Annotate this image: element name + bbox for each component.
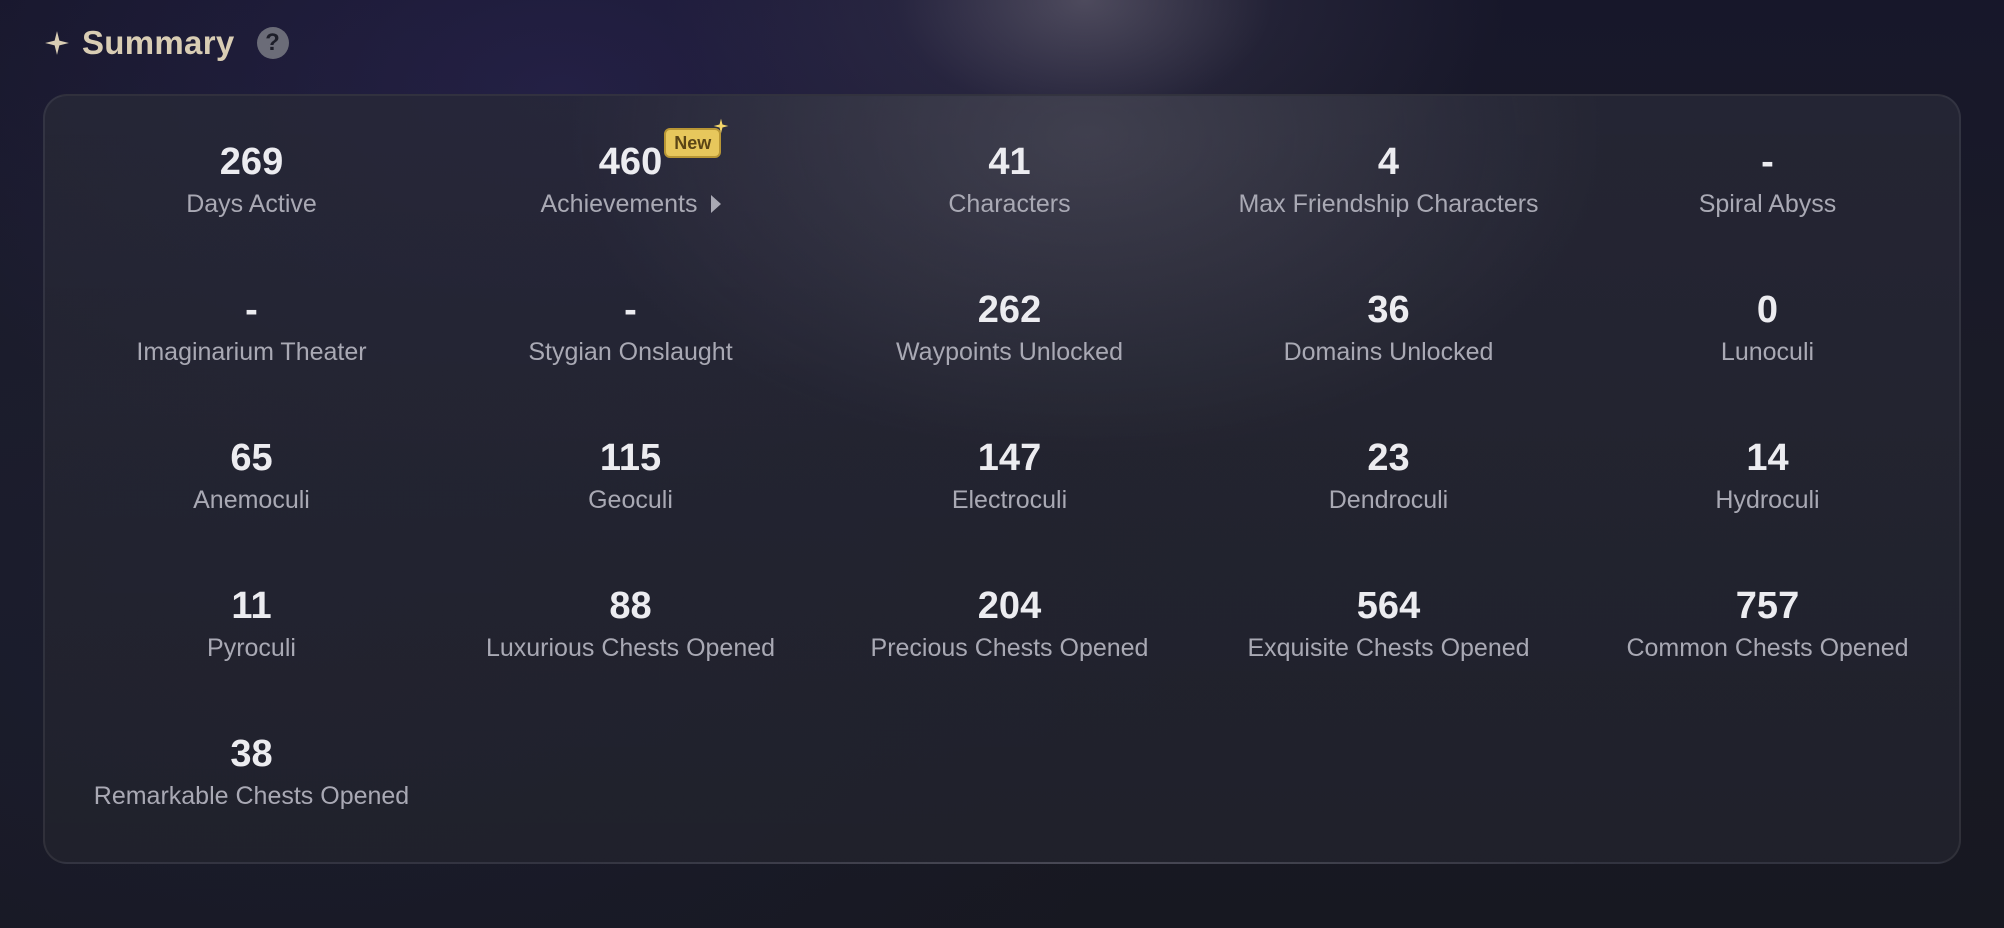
stat-value: 4: [1377, 141, 1400, 183]
stat-label: Luxurious Chests Opened: [485, 634, 776, 662]
stat-waypoints-unlocked: 262 Waypoints Unlocked: [820, 288, 1199, 436]
stat-label: Anemoculi: [193, 486, 310, 514]
stat-value: -: [624, 289, 637, 331]
section-title: Summary: [82, 24, 235, 61]
stat-label: Imaginarium Theater: [136, 338, 367, 366]
stat-pyroculi: 11 Pyroculi: [62, 584, 441, 732]
stat-value: 36: [1367, 289, 1410, 331]
stat-value: 115: [599, 437, 662, 479]
stat-label: Stygian Onslaught: [528, 338, 733, 366]
stat-value: 262: [977, 289, 1042, 331]
stat-label: Exquisite Chests Opened: [1247, 634, 1530, 662]
summary-panel: 269 Days Active 460 New Achievements 41 …: [43, 94, 1961, 864]
stat-common-chests: 757 Common Chests Opened: [1578, 584, 1957, 732]
stat-characters: 41 Characters: [820, 140, 1199, 288]
section-header: Summary ?: [44, 20, 289, 66]
stat-value: 564: [1356, 585, 1421, 627]
stat-stygian-onslaught: - Stygian Onslaught: [441, 288, 820, 436]
new-badge-label: New: [674, 133, 712, 153]
stat-label: Remarkable Chests Opened: [93, 782, 410, 810]
sparkle-icon: [45, 31, 69, 55]
stat-label: Achievements: [540, 190, 698, 218]
stat-hydroculi: 14 Hydroculi: [1578, 436, 1957, 584]
stat-electroculi: 147 Electroculi: [820, 436, 1199, 584]
stat-value: 269: [219, 141, 284, 183]
stat-value: 11: [231, 585, 272, 627]
stat-label: Max Friendship Characters: [1238, 190, 1539, 218]
stat-value: 757: [1735, 585, 1800, 627]
achievements-link[interactable]: Achievements: [540, 188, 721, 220]
stat-value-text: 460: [598, 141, 663, 183]
stat-value: 204: [977, 585, 1042, 627]
stat-days-active: 269 Days Active: [62, 140, 441, 288]
stat-value: 460 New: [598, 118, 729, 184]
stat-anemoculi: 65 Anemoculi: [62, 436, 441, 584]
stat-dendroculi: 23 Dendroculi: [1199, 436, 1578, 584]
stat-label: Precious Chests Opened: [870, 634, 1149, 662]
stat-value: 38: [230, 733, 273, 775]
stat-value: 14: [1746, 437, 1789, 479]
stat-label: Dendroculi: [1328, 486, 1449, 514]
stat-value: 65: [230, 437, 273, 479]
stat-value: 0: [1756, 289, 1779, 331]
caret-right-icon: [710, 195, 721, 213]
stat-max-friendship-characters: 4 Max Friendship Characters: [1199, 140, 1578, 288]
stat-remarkable-chests: 38 Remarkable Chests Opened: [62, 732, 441, 880]
stat-value: 23: [1367, 437, 1410, 479]
stat-value: 41: [988, 141, 1031, 183]
stat-lunoculi: 0 Lunoculi: [1578, 288, 1957, 436]
stat-domains-unlocked: 36 Domains Unlocked: [1199, 288, 1578, 436]
stat-value: -: [1761, 141, 1774, 183]
stat-label: Common Chests Opened: [1626, 634, 1909, 662]
stat-label: Electroculi: [951, 486, 1068, 514]
stat-exquisite-chests: 564 Exquisite Chests Opened: [1199, 584, 1578, 732]
stat-achievements: 460 New Achievements: [441, 118, 820, 288]
stat-label: Characters: [948, 190, 1071, 218]
stat-precious-chests: 204 Precious Chests Opened: [820, 584, 1199, 732]
stat-label: Geoculi: [588, 486, 673, 514]
stat-luxurious-chests: 88 Luxurious Chests Opened: [441, 584, 820, 732]
stat-label: Lunoculi: [1720, 338, 1815, 366]
new-badge: New: [664, 118, 729, 158]
stat-geoculi: 115 Geoculi: [441, 436, 820, 584]
stat-value: -: [245, 289, 258, 331]
sparkle-icon: [713, 118, 729, 134]
stat-label: Days Active: [186, 190, 317, 218]
stats-grid: 269 Days Active 460 New Achievements 41 …: [45, 96, 1976, 880]
stat-imaginarium-theater: - Imaginarium Theater: [62, 288, 441, 436]
stat-label: Domains Unlocked: [1283, 338, 1494, 366]
stat-label: Waypoints Unlocked: [896, 338, 1123, 366]
stat-value: 88: [609, 585, 652, 627]
stat-label: Hydroculi: [1715, 486, 1820, 514]
question-circle-icon[interactable]: ?: [256, 27, 289, 59]
stat-value: 147: [977, 437, 1042, 479]
stat-label: Pyroculi: [207, 634, 296, 662]
stat-label: Spiral Abyss: [1698, 190, 1837, 218]
stat-spiral-abyss: - Spiral Abyss: [1578, 140, 1957, 288]
